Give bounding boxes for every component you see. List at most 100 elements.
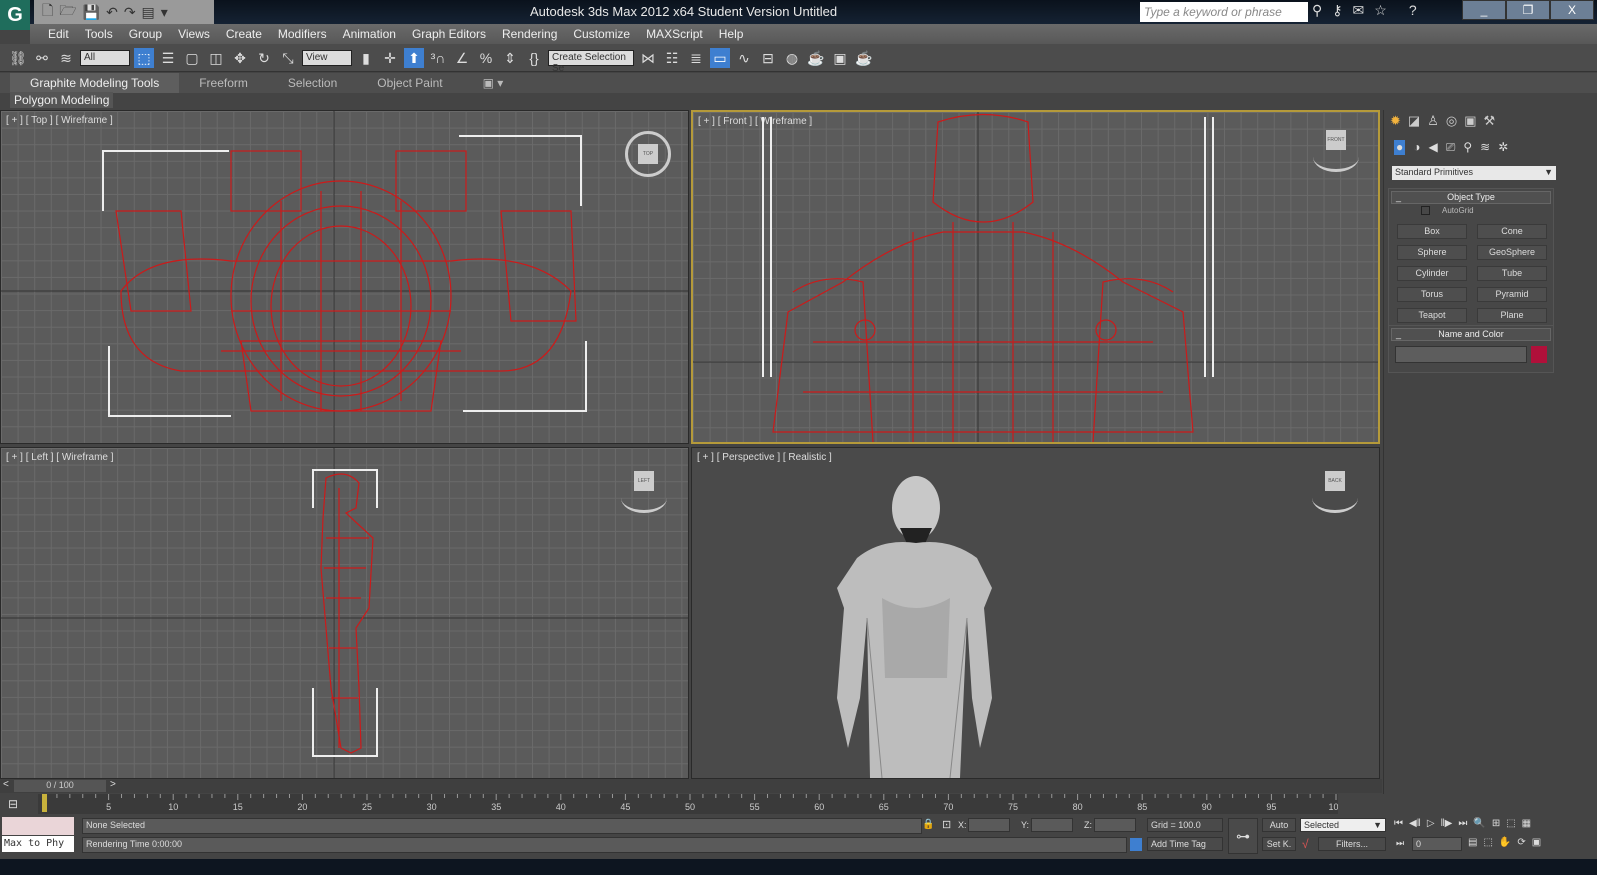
unlink-icon[interactable]: ⚯ [32, 48, 52, 68]
star-icon[interactable]: ☆ [1374, 2, 1387, 19]
viewport-top[interactable]: [ + ] [ Top ] [ Wireframe ] TOP [0, 110, 689, 444]
hierarchy-tab-icon[interactable]: ♙ [1427, 113, 1439, 129]
sphere-button[interactable]: Sphere [1397, 245, 1467, 260]
zoom-extents-all-icon[interactable]: ▦ [1522, 818, 1531, 829]
menu-tools[interactable]: Tools [77, 24, 121, 44]
minimize-button[interactable]: _ [1462, 0, 1506, 20]
polygon-modeling-panel[interactable]: Polygon Modeling [10, 92, 114, 108]
tab-freeform[interactable]: Freeform [179, 73, 268, 93]
undo-icon[interactable]: ↶ [106, 4, 118, 21]
render-production-icon[interactable]: ☕ [854, 48, 874, 68]
key-filter-dropdown[interactable]: Selected ▼ [1300, 818, 1386, 832]
percent-snap-icon[interactable]: % [476, 48, 496, 68]
spacewarps-icon[interactable]: ≋ [1480, 140, 1490, 155]
object-name-input[interactable] [1395, 346, 1528, 363]
project-folder-icon[interactable]: ▤ [142, 4, 155, 21]
go-to-start-icon[interactable]: ⏮ [1394, 818, 1403, 829]
ribbon-options-icon[interactable]: ▣ ▾ [463, 73, 524, 93]
maximize-viewport-icon[interactable]: ▣ [1532, 837, 1541, 848]
lights-icon[interactable]: ◀ [1429, 140, 1438, 155]
menu-graph-editors[interactable]: Graph Editors [404, 24, 494, 44]
viewcube[interactable]: FRONT [1313, 130, 1359, 172]
x-coordinate-input[interactable] [968, 818, 1010, 832]
shapes-icon[interactable]: ◑ [1413, 140, 1420, 155]
viewport-left[interactable]: [ + ] [ Left ] [ Wireframe ] LEFT [0, 447, 689, 779]
keyboard-shortcut-toggle-icon[interactable]: ⬆ [404, 47, 424, 68]
systems-icon[interactable]: ✲ [1498, 140, 1508, 155]
pyramid-button[interactable]: Pyramid [1477, 287, 1547, 302]
save-icon[interactable]: 💾 [83, 4, 100, 21]
window-crossing-icon[interactable]: ◫ [206, 48, 226, 68]
snaps-toggle-icon[interactable]: ³∩ [428, 48, 448, 68]
angle-snap-icon[interactable]: ∠ [452, 48, 472, 68]
pan-icon[interactable]: ✋ [1499, 837, 1511, 848]
y-coordinate-input[interactable] [1031, 818, 1073, 832]
edit-named-selection-icon[interactable]: {} [524, 48, 544, 68]
category-dropdown[interactable]: Standard Primitives ▼ [1392, 166, 1556, 180]
select-manipulate-icon[interactable]: ✛ [380, 48, 400, 68]
schematic-view-icon[interactable]: ⊟ [758, 48, 778, 68]
cone-button[interactable]: Cone [1477, 224, 1547, 239]
current-frame-marker[interactable] [42, 794, 47, 812]
tube-button[interactable]: Tube [1477, 266, 1547, 281]
open-file-icon[interactable]: 🗁 [59, 0, 76, 24]
time-config-icon[interactable]: ▤ [1468, 837, 1477, 848]
prev-frame-arrow[interactable]: < [3, 779, 9, 790]
orbit-icon[interactable]: ⟳ [1517, 837, 1525, 848]
viewcube-face[interactable]: LEFT [634, 471, 654, 491]
play-icon[interactable]: ▷ [1427, 818, 1435, 829]
viewcube[interactable]: LEFT [621, 471, 667, 513]
menu-group[interactable]: Group [121, 24, 170, 44]
material-editor-icon[interactable]: ◍ [782, 48, 802, 68]
viewcube-face[interactable]: FRONT [1326, 130, 1346, 150]
zoom-all-icon[interactable]: ⊞ [1492, 818, 1500, 829]
customize-dropdown-icon[interactable]: ▾ [161, 4, 168, 21]
rollout-header[interactable]: _ Object Type [1391, 191, 1551, 204]
subscription-icon[interactable]: ✉ [1353, 2, 1365, 19]
cylinder-button[interactable]: Cylinder [1397, 266, 1467, 281]
layer-manager-icon[interactable]: ≣ [686, 48, 706, 68]
autogrid-checkbox[interactable] [1421, 206, 1430, 216]
rect-selection-icon[interactable]: ▢ [182, 48, 202, 68]
box-button[interactable]: Box [1397, 224, 1467, 239]
menu-rendering[interactable]: Rendering [494, 24, 565, 44]
plane-button[interactable]: Plane [1477, 308, 1547, 323]
mini-curve-editor-icon[interactable]: ⊟ [8, 797, 18, 811]
add-time-tag-button[interactable]: Add Time Tag [1147, 837, 1223, 851]
prev-key-icon[interactable]: ◀‖ [1409, 818, 1421, 829]
link-icon[interactable]: ⛓ [8, 48, 28, 68]
viewcube-face[interactable]: TOP [638, 144, 658, 164]
rendered-frame-icon[interactable]: ▣ [830, 48, 850, 68]
geosphere-button[interactable]: GeoSphere [1477, 245, 1547, 260]
curve-icon[interactable]: √ [1302, 837, 1309, 851]
maxscript-input[interactable]: Max to Phy [2, 836, 74, 852]
display-tab-icon[interactable]: ▣ [1464, 113, 1476, 129]
named-selection-dropdown[interactable]: Create Selection Se [548, 49, 634, 74]
zoom-extents-icon[interactable]: ⬚ [1506, 818, 1515, 829]
set-key-icon[interactable]: ⊶ [1228, 818, 1258, 854]
time-slider[interactable]: 0 / 100 [14, 780, 106, 792]
scale-icon[interactable]: ⤡ [278, 48, 298, 68]
maxscript-mini-listener[interactable] [2, 817, 74, 835]
curve-editor-icon[interactable]: ∿ [734, 48, 754, 68]
pivot-center-icon[interactable]: ▮ [356, 48, 376, 68]
tab-object-paint[interactable]: Object Paint [357, 73, 462, 93]
modify-tab-icon[interactable]: ◪ [1408, 113, 1420, 129]
mirror-icon[interactable]: ⋈ [638, 48, 658, 68]
maximize-button[interactable]: ❐ [1506, 0, 1550, 20]
torus-button[interactable]: Torus [1397, 287, 1467, 302]
app-menu-button[interactable]: G [0, 0, 30, 30]
track-bar[interactable]: 5 10 15 20 25 30 35 40 45 50 55 60 65 70 75 80 85 90 95 100 [38, 794, 1338, 814]
menu-create[interactable]: Create [218, 24, 270, 44]
zoom-icon[interactable]: 🔍 [1473, 818, 1485, 829]
set-key-button[interactable]: Set K. [1262, 837, 1296, 851]
z-coordinate-input[interactable] [1094, 818, 1136, 832]
graphite-toggle-icon[interactable]: ▭ [710, 47, 730, 68]
next-frame-arrow[interactable]: > [110, 779, 116, 790]
menu-customize[interactable]: Customize [565, 24, 638, 44]
close-button[interactable]: X [1550, 0, 1594, 20]
lock-icon[interactable]: 🔒 [922, 819, 934, 830]
auto-key-button[interactable]: Auto [1262, 818, 1296, 832]
menu-modifiers[interactable]: Modifiers [270, 24, 335, 44]
geometry-icon[interactable]: ● [1394, 140, 1406, 155]
